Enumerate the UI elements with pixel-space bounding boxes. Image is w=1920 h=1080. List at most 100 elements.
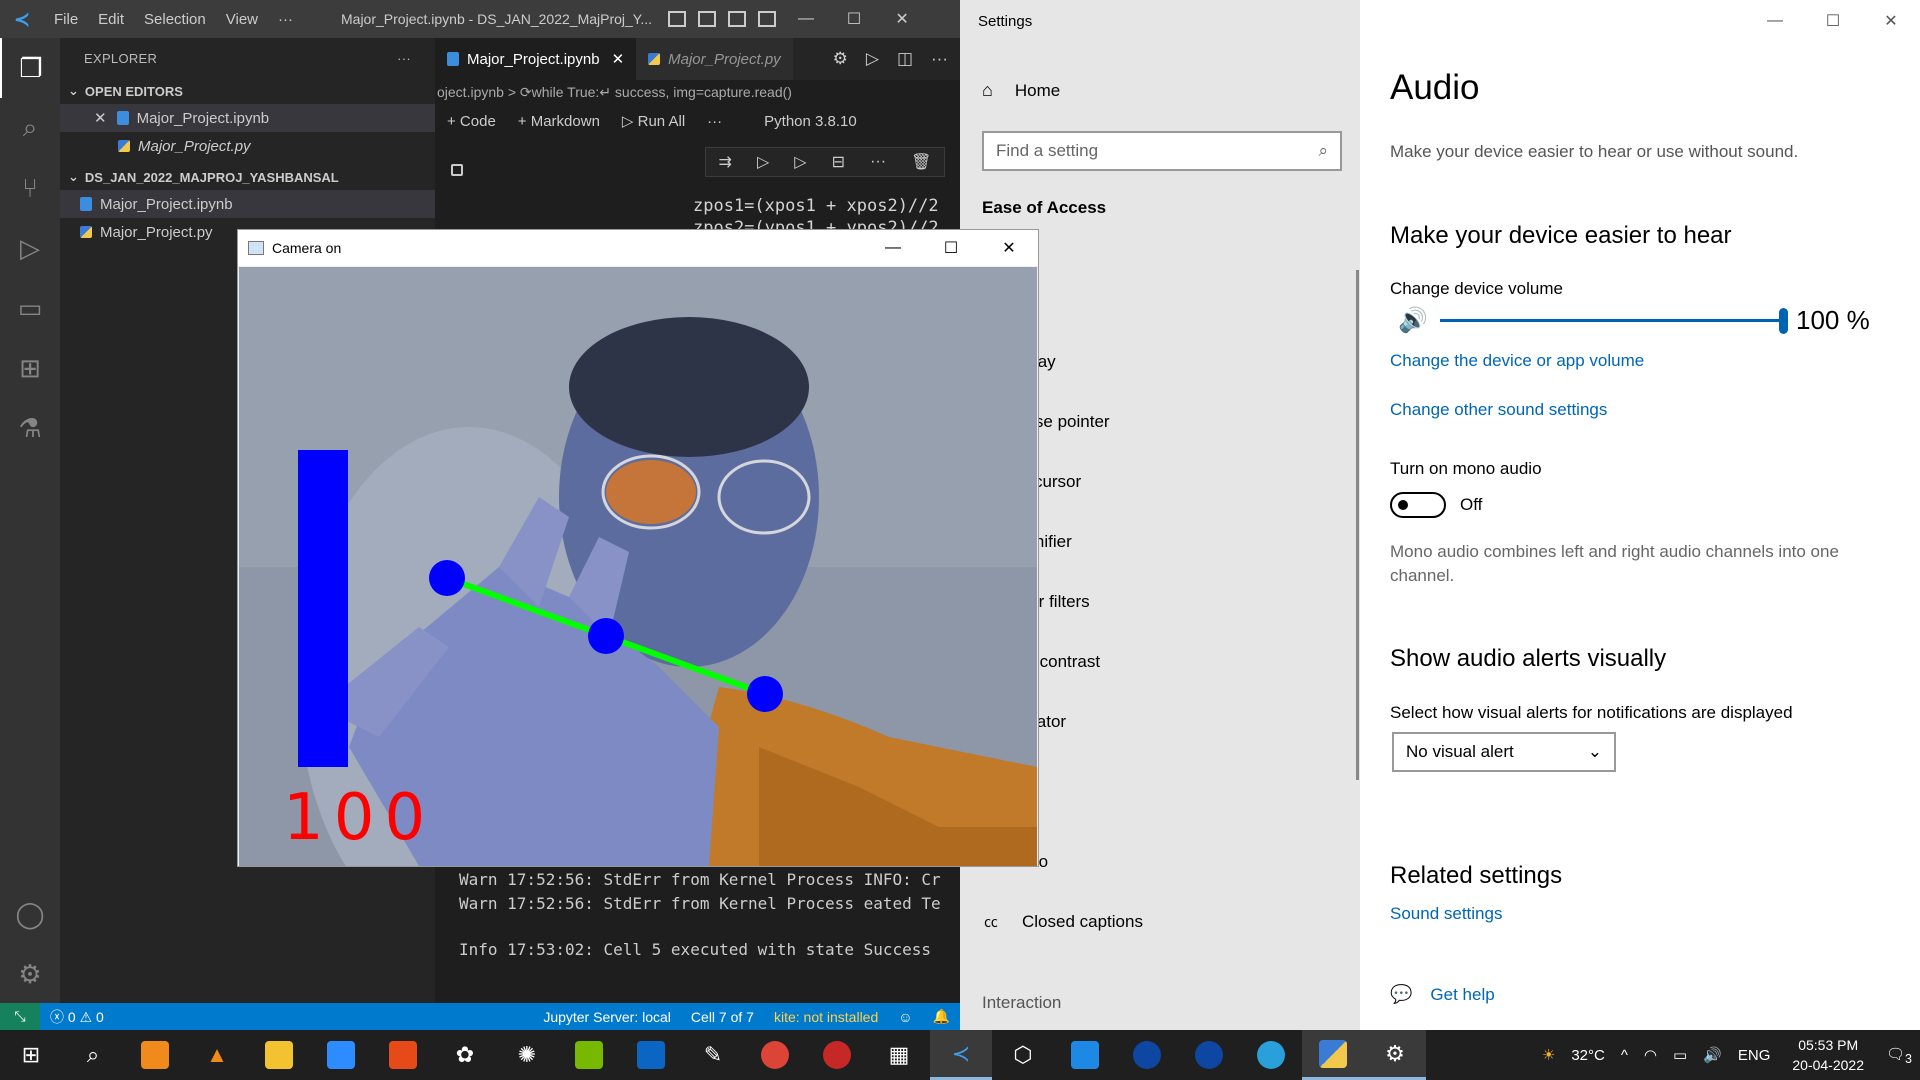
nvidia-icon[interactable] <box>558 1030 620 1080</box>
camera-maximize-button[interactable]: ☐ <box>922 230 980 266</box>
source-control-icon[interactable]: ⑂ <box>0 158 60 218</box>
mono-audio-toggle[interactable] <box>1390 492 1446 518</box>
chevron-up-icon[interactable]: ^ <box>1621 1047 1628 1064</box>
toggle-sidebar-icon[interactable] <box>668 11 687 27</box>
file-explorer-icon[interactable] <box>248 1030 310 1080</box>
split-cell-icon[interactable]: ⊟ <box>832 152 845 172</box>
weather-temp[interactable]: 32°C <box>1571 1047 1605 1064</box>
clock[interactable]: 05:53 PM 20-04-2022 <box>1792 1035 1864 1075</box>
start-windows-icon[interactable]: ⊞ <box>0 1030 62 1080</box>
language-indicator[interactable]: ENG <box>1738 1047 1771 1064</box>
cell-position-status[interactable]: Cell 7 of 7 <box>691 1009 754 1025</box>
python-taskbar-icon[interactable] <box>1302 1030 1364 1080</box>
kite-status[interactable]: kite: not installed <box>774 1009 878 1025</box>
feedback-icon[interactable]: ☺ <box>898 1009 912 1025</box>
other-sound-settings-link[interactable]: Change other sound settings <box>1390 400 1607 420</box>
vscode-close-button[interactable]: ✕ <box>878 9 926 29</box>
problems-status[interactable]: ⓧ 0 ⚠ 0 <box>50 1007 104 1027</box>
notifications-bell-icon[interactable]: 🔔 <box>933 1008 950 1025</box>
nav-item-closed-captions[interactable]: ㏄ Closed captions <box>982 912 1143 932</box>
menu-selection[interactable]: Selection <box>134 11 216 28</box>
cell-more-icon[interactable]: ··· <box>870 153 886 171</box>
accounts-icon[interactable]: ◯ <box>0 884 60 944</box>
explorer-more-icon[interactable]: ··· <box>397 51 411 66</box>
app-icon[interactable]: ⬡ <box>992 1030 1054 1080</box>
customize-layout-icon[interactable] <box>758 11 777 27</box>
remote-explorer-icon[interactable]: ▭ <box>0 278 60 338</box>
settings-gear-icon[interactable]: ⚙ <box>1364 1030 1426 1080</box>
file-item[interactable]: Major_Project.ipynb <box>60 190 435 218</box>
chrome-icon[interactable] <box>744 1030 806 1080</box>
speaker-icon[interactable]: 🔊 <box>1703 1046 1722 1064</box>
open-editor-item[interactable]: ✕ Major_Project.ipynb <box>60 104 435 132</box>
menu-more[interactable]: ··· <box>268 11 303 28</box>
app-icon[interactable]: ✎ <box>682 1030 744 1080</box>
explorer-icon[interactable]: ❐ <box>0 38 60 98</box>
camera-close-button[interactable]: ✕ <box>980 230 1038 266</box>
open-editor-item[interactable]: Major_Project.py <box>60 132 435 160</box>
search-icon[interactable]: ⌕ <box>62 1030 124 1080</box>
tab-python[interactable]: Major_Project.py <box>636 38 793 80</box>
settings-minimize-button[interactable]: — <box>1746 0 1804 42</box>
folder-section[interactable]: ⌄ DS_JAN_2022_MAJPROJ_YASHBANSAL <box>60 164 435 190</box>
jupyter-server-status[interactable]: Jupyter Server: local <box>543 1009 671 1025</box>
volume-slider-track[interactable] <box>1440 319 1783 322</box>
close-icon[interactable]: ✕ <box>612 50 625 68</box>
breadcrumb[interactable]: oject.ipynb > ⟳while True:↵ success, img… <box>435 80 960 104</box>
run-icon[interactable]: ▷ <box>866 49 879 69</box>
network-icon[interactable]: ◠ <box>1644 1046 1657 1064</box>
sublime-text-icon[interactable] <box>124 1030 186 1080</box>
app-icon[interactable] <box>1054 1030 1116 1080</box>
vlc-icon[interactable]: ▲ <box>186 1030 248 1080</box>
manage-gear-icon[interactable]: ⚙ <box>0 944 60 1004</box>
weather-icon[interactable]: ☀ <box>1542 1046 1555 1064</box>
toolbar-more-button[interactable]: ··· <box>707 113 722 130</box>
testing-icon[interactable]: ⚗ <box>0 398 60 458</box>
app-icon[interactable] <box>1178 1030 1240 1080</box>
kernel-picker[interactable]: Python 3.8.10 <box>764 113 857 130</box>
telegram-icon[interactable] <box>1240 1030 1302 1080</box>
more-icon[interactable]: ··· <box>931 49 948 69</box>
run-by-line-icon[interactable]: ⇉ <box>719 152 732 172</box>
toggle-panel-icon[interactable] <box>698 11 717 27</box>
get-help-link[interactable]: Get help <box>1430 985 1494 1005</box>
home-nav-item[interactable]: ⌂ Home <box>982 80 1060 101</box>
cell-stop-icon[interactable] <box>451 164 463 176</box>
code-line[interactable]: zpos1=(xpos1 + xpos2)//2 <box>693 196 939 216</box>
close-icon[interactable]: ✕ <box>94 109 107 127</box>
notification-center-icon[interactable]: 🗨3 <box>1886 1045 1912 1066</box>
devcpp-icon[interactable] <box>806 1030 868 1080</box>
menu-file[interactable]: File <box>44 11 88 28</box>
camera-minimize-button[interactable]: — <box>864 230 922 266</box>
menu-edit[interactable]: Edit <box>88 11 134 28</box>
app-icon[interactable]: ✿ <box>434 1030 496 1080</box>
run-all-button[interactable]: ▷ Run All <box>622 112 685 130</box>
add-markdown-button[interactable]: + Markdown <box>518 113 600 130</box>
menu-view[interactable]: View <box>216 11 268 28</box>
zoom-icon[interactable] <box>310 1030 372 1080</box>
vscode-minimize-button[interactable]: — <box>782 10 830 28</box>
delete-cell-icon[interactable]: 🗑 <box>911 152 931 172</box>
split-editor-icon[interactable]: ◫ <box>897 49 913 69</box>
execute-below-icon[interactable]: ▷ <box>794 152 806 172</box>
sound-settings-link[interactable]: Sound settings <box>1390 904 1502 924</box>
volume-slider-thumb[interactable] <box>1779 308 1788 334</box>
open-editors-section[interactable]: ⌄ OPEN EDITORS <box>60 78 435 104</box>
toggle-secondary-icon[interactable] <box>728 11 747 27</box>
remote-icon[interactable]: ⤡ <box>0 1003 40 1030</box>
app-icon[interactable]: ▦ <box>868 1030 930 1080</box>
settings-close-button[interactable]: ✕ <box>1862 0 1920 42</box>
search-icon[interactable]: ⌕ <box>0 98 60 158</box>
settings-search-input[interactable]: Find a setting ⌕ <box>982 131 1342 171</box>
app-icon[interactable] <box>1116 1030 1178 1080</box>
linkedin-icon[interactable] <box>620 1030 682 1080</box>
tab-notebook[interactable]: Major_Project.ipynb ✕ <box>435 38 637 80</box>
device-app-volume-link[interactable]: Change the device or app volume <box>1390 351 1644 371</box>
add-code-button[interactable]: + Code <box>447 113 496 130</box>
vscode-maximize-button[interactable]: ☐ <box>830 9 878 29</box>
vscode-taskbar-icon[interactable]: ≺ <box>930 1030 992 1080</box>
settings-maximize-button[interactable]: ☐ <box>1804 0 1862 42</box>
execute-above-icon[interactable]: ▷ <box>757 152 769 172</box>
nav-scrollbar[interactable] <box>1356 270 1359 780</box>
run-debug-icon[interactable]: ▷ <box>0 218 60 278</box>
